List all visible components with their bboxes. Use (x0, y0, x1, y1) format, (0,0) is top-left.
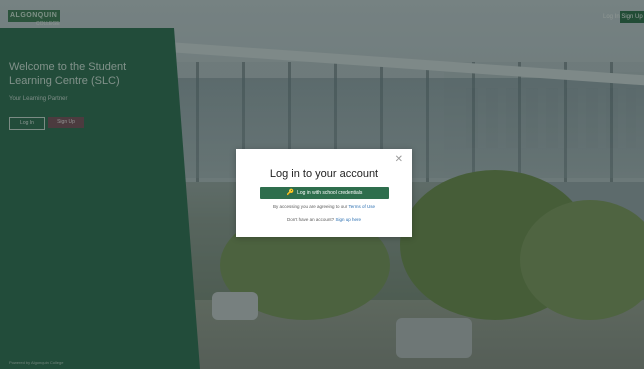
key-icon: 🔑 (286, 190, 295, 196)
signup-prefix: Don't have an account? (287, 217, 335, 222)
school-credentials-button[interactable]: 🔑 Log in with school credentials (260, 187, 389, 199)
terms-link[interactable]: Terms of Use (348, 204, 375, 209)
modal-title: Log in to your account (269, 168, 379, 180)
signup-prompt: Don't have an account? Sign up here (236, 217, 412, 222)
terms-prefix: By accessing you are agreeing to our (273, 204, 348, 209)
terms-notice: By accessing you are agreeing to our Ter… (236, 204, 412, 209)
login-modal: ✕ Log in to your account 🔑 Log in with sc… (236, 149, 412, 237)
close-icon[interactable]: ✕ (395, 155, 403, 165)
school-credentials-label: Log in with school credentials (297, 190, 363, 196)
signup-link[interactable]: Sign up here (335, 217, 361, 222)
